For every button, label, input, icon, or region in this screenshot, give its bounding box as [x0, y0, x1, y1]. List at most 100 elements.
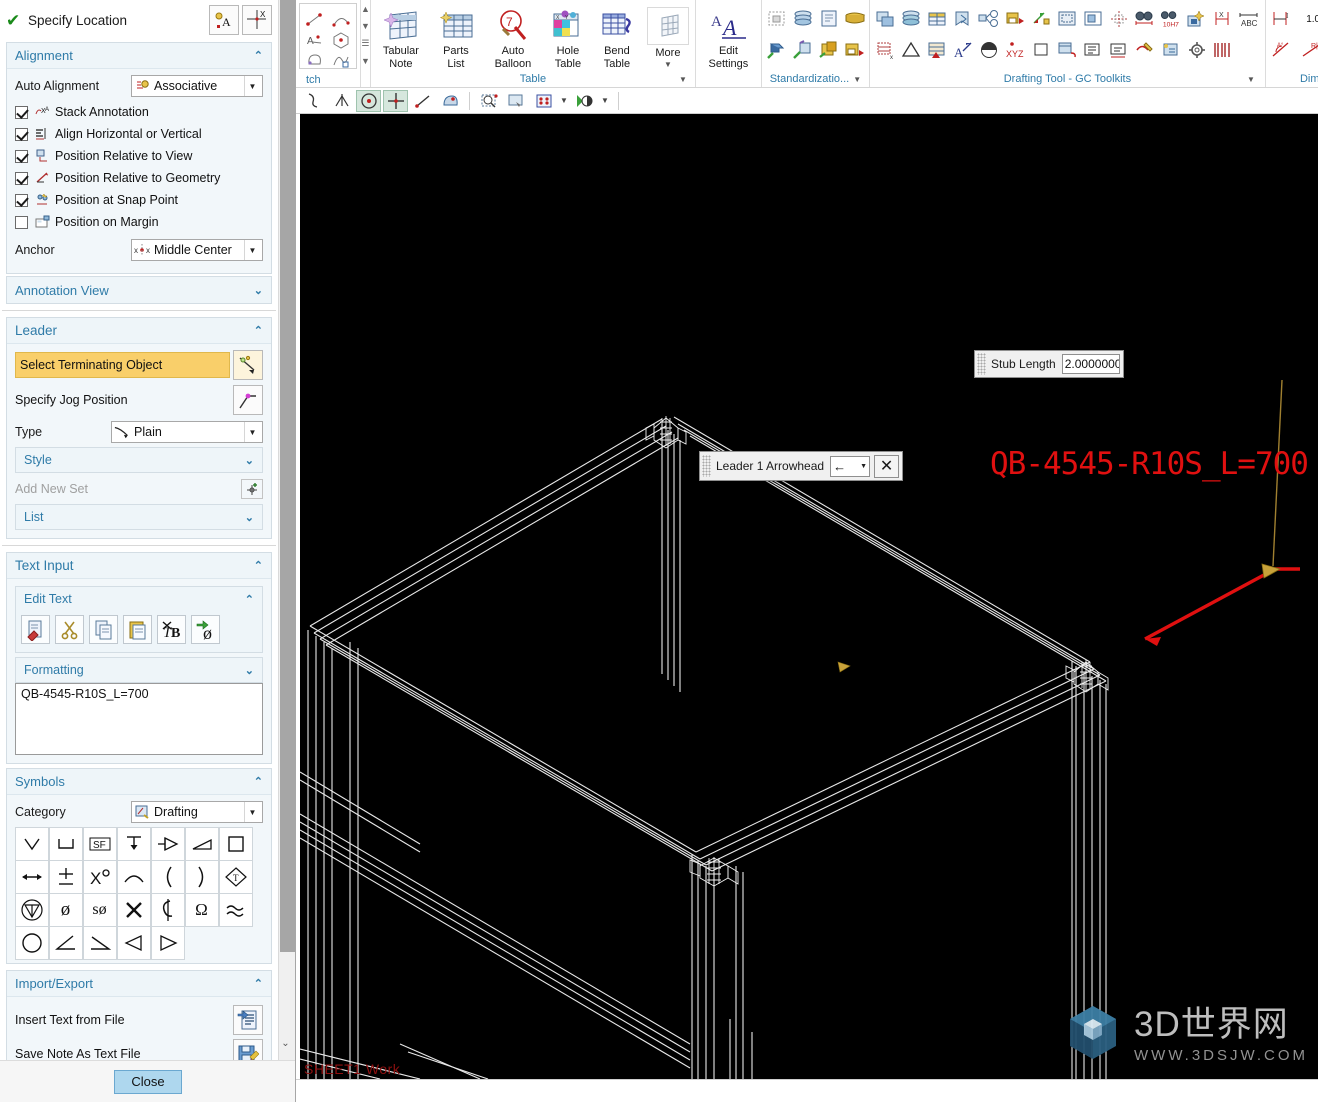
save-file-icon[interactable] [233, 1039, 263, 1060]
jog-position-icon[interactable] [233, 385, 263, 415]
chevron-down-icon[interactable]: ▼ [558, 90, 570, 112]
graphics-viewport[interactable]: QB-4545-R10S_L=700 SHEET1 Work Stub Leng… [300, 114, 1318, 1079]
std-layers-icon[interactable] [791, 5, 816, 33]
note-text-input[interactable]: QB-4545-R10S_L=700 [15, 683, 263, 755]
chevron-down-icon[interactable]: ▼ [244, 802, 260, 822]
triangle-left-icon[interactable] [116, 925, 151, 960]
hole-table-button[interactable]: X Y Hole Table [546, 4, 590, 70]
checkbox[interactable] [15, 105, 28, 119]
panel-scrollbar-thumb[interactable] [280, 0, 295, 952]
counterbore-flat-icon[interactable] [48, 826, 83, 861]
leader-group-header[interactable]: Leader ⌃ [7, 318, 271, 344]
gc-triangle-icon[interactable] [899, 36, 924, 64]
style-subgroup-header[interactable]: Style ⌄ [16, 448, 262, 472]
gc-dim-icon[interactable] [1107, 36, 1132, 64]
depth-icon[interactable] [116, 826, 151, 861]
insert-diameter-icon[interactable]: ø [191, 615, 220, 644]
more-table-button[interactable]: More ▼ [644, 4, 692, 69]
gc-table-icon[interactable] [925, 5, 950, 33]
stub-length-input[interactable]: 2.0000000 [1061, 354, 1120, 374]
sketch-spline-icon[interactable] [328, 46, 353, 74]
gc-frame-icon[interactable] [1055, 5, 1080, 33]
gc-layer-icon[interactable] [899, 5, 924, 33]
chevron-down-icon[interactable]: ▼ [664, 60, 672, 69]
checkbox[interactable] [15, 193, 28, 207]
gc-star-icon[interactable] [1185, 5, 1210, 33]
checkbox[interactable] [15, 149, 28, 163]
gc-xyz-icon[interactable]: XYZ [1003, 36, 1028, 64]
delete-attribute-icon[interactable]: T B [157, 615, 186, 644]
chevron-down-icon[interactable]: ▼ [860, 463, 867, 470]
intersect-point-icon[interactable] [329, 90, 354, 112]
std-brush-icon[interactable] [791, 36, 816, 64]
fit-view-icon[interactable] [531, 90, 556, 112]
import-export-group-header[interactable]: Import/Export ⌃ [7, 971, 271, 997]
bend-table-button[interactable]: Bend Table [594, 4, 640, 70]
diameter-icon[interactable]: ø [48, 892, 83, 927]
clear-text-icon[interactable] [21, 615, 50, 644]
select-terminating-object-field[interactable]: Select Terminating Object [15, 352, 230, 378]
angle-icon[interactable] [48, 925, 83, 960]
drag-grip-icon[interactable] [702, 455, 711, 477]
sketch-region-icon[interactable] [302, 46, 327, 74]
annotation-view-header[interactable]: Annotation View ⌄ [7, 277, 271, 303]
group-dialog-launcher-icon[interactable]: ▼ [679, 75, 687, 84]
alignment-group-header[interactable]: Alignment ⌃ [7, 43, 271, 69]
gc-pie-icon[interactable] [977, 36, 1002, 64]
checkbox[interactable] [15, 127, 28, 141]
paren-close-icon[interactable] [184, 859, 219, 894]
chevron-down-icon[interactable]: ▼ [361, 21, 370, 31]
triangle-right-icon[interactable] [150, 925, 185, 960]
conical-taper-icon[interactable] [14, 892, 49, 927]
gc-align-icon[interactable] [1029, 5, 1054, 33]
check-stack-annotation[interactable]: X A Stack Annotation [15, 101, 263, 123]
list-subgroup-header[interactable]: List ⌄ [16, 505, 262, 529]
origin-crosshair-icon[interactable]: X [242, 5, 272, 35]
gc-note-icon[interactable] [1081, 36, 1106, 64]
chevron-up-icon[interactable]: ▲ [361, 4, 370, 14]
select-object-icon[interactable] [233, 350, 263, 380]
tabular-note-button[interactable]: Tabular Note [374, 4, 428, 70]
cut-icon[interactable] [55, 615, 84, 644]
std-note-icon[interactable] [843, 5, 868, 33]
slope-icon[interactable] [82, 925, 117, 960]
gc-flag-icon[interactable] [951, 5, 976, 33]
flag-note-icon[interactable] [150, 826, 185, 861]
pan-icon[interactable] [504, 90, 529, 112]
gc-binocular-icon[interactable] [1133, 5, 1158, 33]
arc-icon[interactable] [116, 859, 151, 894]
gc-square-icon[interactable] [1029, 36, 1054, 64]
close-icon[interactable]: ✕ [874, 454, 900, 478]
close-button[interactable]: Close [114, 1069, 182, 1094]
paren-open-icon[interactable] [150, 859, 185, 894]
gc-gear-icon[interactable] [1185, 36, 1210, 64]
gc-hole-icon[interactable]: 10H7 [1159, 5, 1184, 33]
drag-grip-icon[interactable] [977, 353, 986, 375]
std-export-icon[interactable] [843, 36, 868, 64]
parts-list-button[interactable]: Parts List [432, 4, 480, 70]
degree-icon[interactable]: X [82, 859, 117, 894]
datum-target-icon[interactable]: T [218, 859, 253, 894]
gc-hatch-icon[interactable] [925, 36, 950, 64]
gc-abc-icon[interactable]: ABC [1237, 5, 1262, 33]
paste-icon[interactable] [123, 615, 152, 644]
std-check-icon[interactable] [765, 5, 790, 33]
symbols-group-header[interactable]: Symbols ⌃ [7, 769, 271, 795]
centerline-icon[interactable] [150, 892, 185, 927]
style-icon[interactable] [572, 90, 597, 112]
formatting-subgroup-header[interactable]: Formatting ⌄ [16, 658, 262, 682]
times-icon[interactable] [116, 892, 151, 927]
chevron-down-icon[interactable]: ▼ [599, 90, 611, 112]
counterbore-icon[interactable] [14, 826, 49, 861]
chevron-down-icon[interactable]: ▼ [1247, 75, 1255, 84]
edit-settings-button[interactable]: A A Edit Settings [699, 4, 758, 70]
gc-xdim-icon[interactable]: X [1211, 5, 1236, 33]
text-input-group-header[interactable]: Text Input ⌃ [7, 553, 271, 579]
checkbox[interactable] [15, 171, 28, 185]
arrowhead-select[interactable]: ← ▼ [830, 455, 871, 477]
check-position-relative-to-view[interactable]: Position Relative to View [15, 145, 263, 167]
gc-crosshair-icon[interactable] [1107, 5, 1132, 33]
check-position-at-snap-point[interactable]: Position at Snap Point [15, 189, 263, 211]
leader-arrowhead-dialog[interactable]: Leader 1 Arrowhead ← ▼ ✕ [699, 451, 904, 481]
curve-icon[interactable] [302, 90, 327, 112]
